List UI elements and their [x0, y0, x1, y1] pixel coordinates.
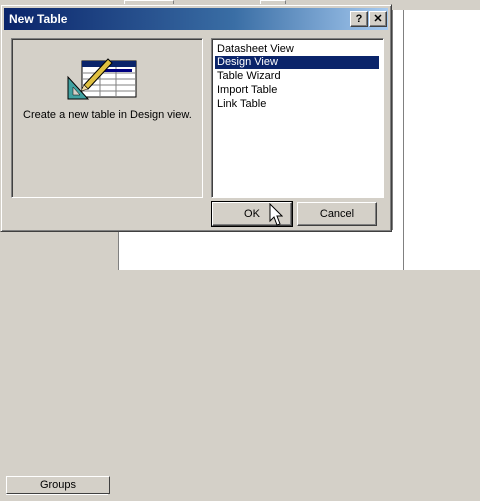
dialog-title: New Table — [9, 12, 68, 26]
mouse-cursor-icon — [269, 203, 283, 226]
design-view-table-icon — [67, 58, 137, 100]
background-object-list — [118, 230, 393, 270]
groups-item[interactable] — [6, 494, 108, 501]
list-item-table-wizard[interactable]: Table Wizard — [215, 70, 283, 83]
list-item-datasheet-view[interactable]: Datasheet View — [215, 43, 296, 56]
background-divider — [403, 10, 404, 270]
preview-panel: Create a new table in Design view. — [11, 38, 203, 198]
preview-description: Create a new table in Design view. — [23, 109, 192, 121]
close-icon[interactable]: ✕ — [369, 11, 387, 27]
view-options-list[interactable]: Datasheet View Design View Table Wizard … — [211, 38, 384, 198]
background-workspace — [392, 10, 480, 270]
cancel-button[interactable]: Cancel — [297, 202, 377, 226]
background-objects-bar: Groups — [0, 230, 118, 495]
groups-button[interactable]: Groups — [6, 476, 110, 494]
new-table-dialog: New Table ? ✕ Create a new table in Desi… — [0, 4, 392, 232]
list-item-design-view[interactable]: Design View — [215, 56, 379, 69]
list-item-import-table[interactable]: Import Table — [215, 84, 279, 97]
dialog-title-bar[interactable]: New Table ? ✕ — [4, 8, 388, 30]
list-item-link-table[interactable]: Link Table — [215, 98, 268, 111]
help-icon[interactable]: ? — [350, 11, 368, 27]
